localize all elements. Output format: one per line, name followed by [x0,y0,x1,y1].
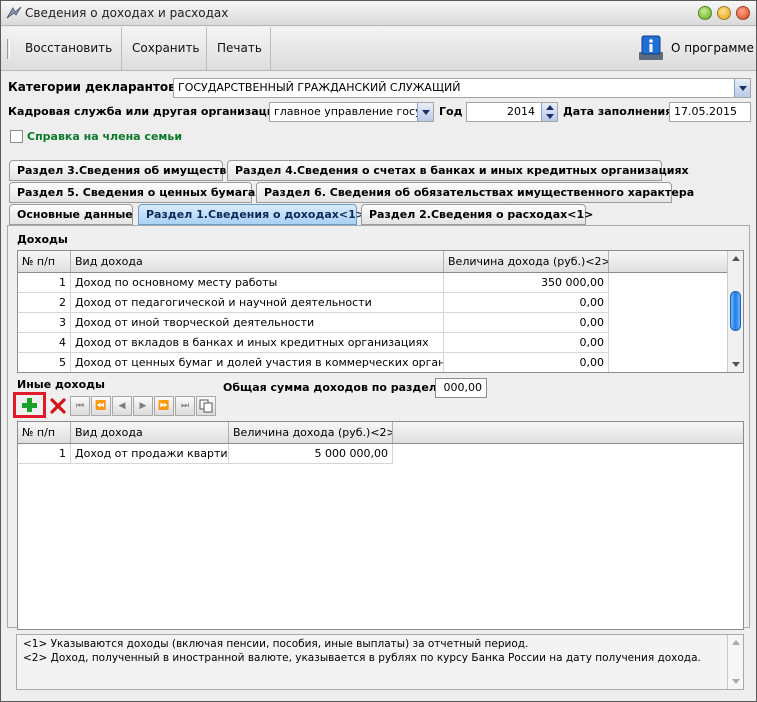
chevron-down-icon[interactable] [417,103,433,121]
row-number: 1 [18,273,71,293]
family-member-label: Справка на члена семьи [27,130,183,143]
income-type: Доход от иной творческой деятельности [71,313,444,333]
info-icon [639,35,663,60]
tab-section-3[interactable]: Раздел 3.Сведения об имуществе [9,160,234,181]
family-member-checkbox[interactable] [10,130,23,143]
vertical-scrollbar[interactable] [727,251,743,372]
date-input[interactable]: 17.05.2015 [669,102,751,122]
income-amount[interactable]: 5 000 000,00 [229,444,393,464]
close-button[interactable] [736,6,750,20]
plus-icon [22,398,37,412]
tab-section-2[interactable]: Раздел 2.Сведения о расходах<1> [361,204,593,225]
record-navigator: ⏮ ⏪ ◀ ▶ ⏩ ⏭ [70,396,218,416]
income-type: Доход от педагогической и научной деятел… [71,293,444,313]
about-label: О программе [671,41,754,55]
first-record-button[interactable]: ⏮ [70,396,90,416]
income-title: Доходы [17,233,68,246]
income-amount[interactable]: 0,00 [444,313,609,333]
row-number: 4 [18,333,71,353]
category-label: Категории декларантов [8,80,176,94]
hr-label: Кадровая служба или другая организация [8,105,282,118]
chevron-down-icon[interactable] [734,79,750,97]
income-type: Доход по основному месту работы [71,273,444,293]
hr-select[interactable]: главное управление госуда [269,102,434,122]
row-number: 3 [18,313,71,333]
prev-record-button[interactable]: ◀ [112,396,132,416]
next-record-button[interactable]: ▶ [133,396,153,416]
income-type: Доход от продажи квартиры [71,444,229,464]
delete-button[interactable] [48,396,68,416]
year-value: 2014 [507,105,535,118]
toolbar-grip[interactable] [7,39,10,59]
window-title: Сведения о доходах и расходах [25,6,229,20]
income-type: Доход от вкладов в банках и иных кредитн… [71,333,444,353]
income-amount[interactable]: 350 000,00 [444,273,609,293]
spinner-arrows-icon[interactable] [541,103,557,121]
column-header[interactable]: Величина дохода (руб.)<2> [444,251,609,272]
column-header[interactable]: Вид дохода [71,251,444,272]
app-window: Сведения о доходах и расходах Восстанови… [0,0,757,702]
title-bar: Сведения о доходах и расходах [1,1,756,26]
delete-icon [50,398,66,414]
table-header: № п/п Вид дохода Величина дохода (руб.)<… [18,251,728,273]
add-button[interactable] [16,395,43,415]
category-select[interactable]: ГОСУДАРСТВЕННЫЙ ГРАЖДАНСКИЙ СЛУЖАЩИЙ [173,78,751,98]
column-header[interactable]: Величина дохода (руб.)<2> [229,422,393,443]
total-label: Общая сумма доходов по разделу [223,381,445,394]
scroll-down-icon[interactable] [732,362,740,367]
copy-icon [199,399,213,413]
toolbar: Восстановить Сохранить Печать О программ… [1,27,756,71]
tab-section-4[interactable]: Раздел 4.Сведения о счетах в банках и ин… [227,160,689,181]
minimize-button[interactable] [698,6,712,20]
hr-value: главное управление госуда [274,105,434,118]
date-label: Дата заполнения [563,105,673,118]
save-button[interactable]: Сохранить [122,27,207,70]
scroll-thumb[interactable] [730,291,741,331]
row-number: 5 [18,353,71,372]
scroll-up-icon[interactable] [732,256,740,261]
footnote-1: <1> Указываются доходы (включая пенсии, … [23,638,529,650]
scroll-up-icon[interactable] [732,640,740,645]
other-income-table: № п/п Вид дохода Величина дохода (руб.)<… [17,421,744,630]
total-field: 000,00 [435,378,487,398]
income-amount[interactable]: 0,00 [444,293,609,313]
tab-section-6[interactable]: Раздел 6. Сведения об обязательствах иму… [256,182,694,203]
other-income-title: Иные доходы [17,378,105,391]
print-button[interactable]: Печать [207,27,271,70]
date-value: 17.05.2015 [674,105,737,118]
column-header[interactable]: № п/п [18,422,71,443]
year-spinner[interactable]: 2014 [466,102,558,122]
income-table: № п/п Вид дохода Величина дохода (руб.)<… [17,250,744,373]
income-type: Доход от ценных бумаг и долей участия в … [71,353,444,372]
table-header: № п/п Вид дохода Величина дохода (руб.)<… [18,422,743,444]
last-record-button[interactable]: ⏭ [175,396,195,416]
prev-page-button[interactable]: ⏪ [91,396,111,416]
row-number: 1 [18,444,71,464]
row-number: 2 [18,293,71,313]
scroll-down-icon[interactable] [732,679,740,684]
category-value: ГОСУДАРСТВЕННЫЙ ГРАЖДАНСКИЙ СЛУЖАЩИЙ [178,81,461,94]
tab-section-5[interactable]: Раздел 5. Сведения о ценных бумагах [9,182,262,203]
income-amount[interactable]: 0,00 [444,333,609,353]
total-value: 000,00 [443,381,483,394]
next-page-button[interactable]: ⏩ [154,396,174,416]
income-amount[interactable]: 0,00 [444,353,609,372]
tab-section-1[interactable]: Раздел 1.Сведения о доходах<1> [138,204,365,225]
footnote-2: <2> Доход, полученный в иностранной валю… [23,652,701,664]
restore-button[interactable]: Восстановить [15,27,122,70]
notes-scrollbar[interactable] [727,635,743,689]
column-header[interactable]: Вид дохода [71,422,229,443]
year-label: Год [439,105,463,118]
app-icon [6,6,22,19]
column-header[interactable]: № п/п [18,251,71,272]
copy-button[interactable] [196,396,216,416]
maximize-button[interactable] [717,6,731,20]
tab-main-data[interactable]: Основные данные [9,204,133,225]
footnotes: <1> Указываются доходы (включая пенсии, … [16,634,744,690]
